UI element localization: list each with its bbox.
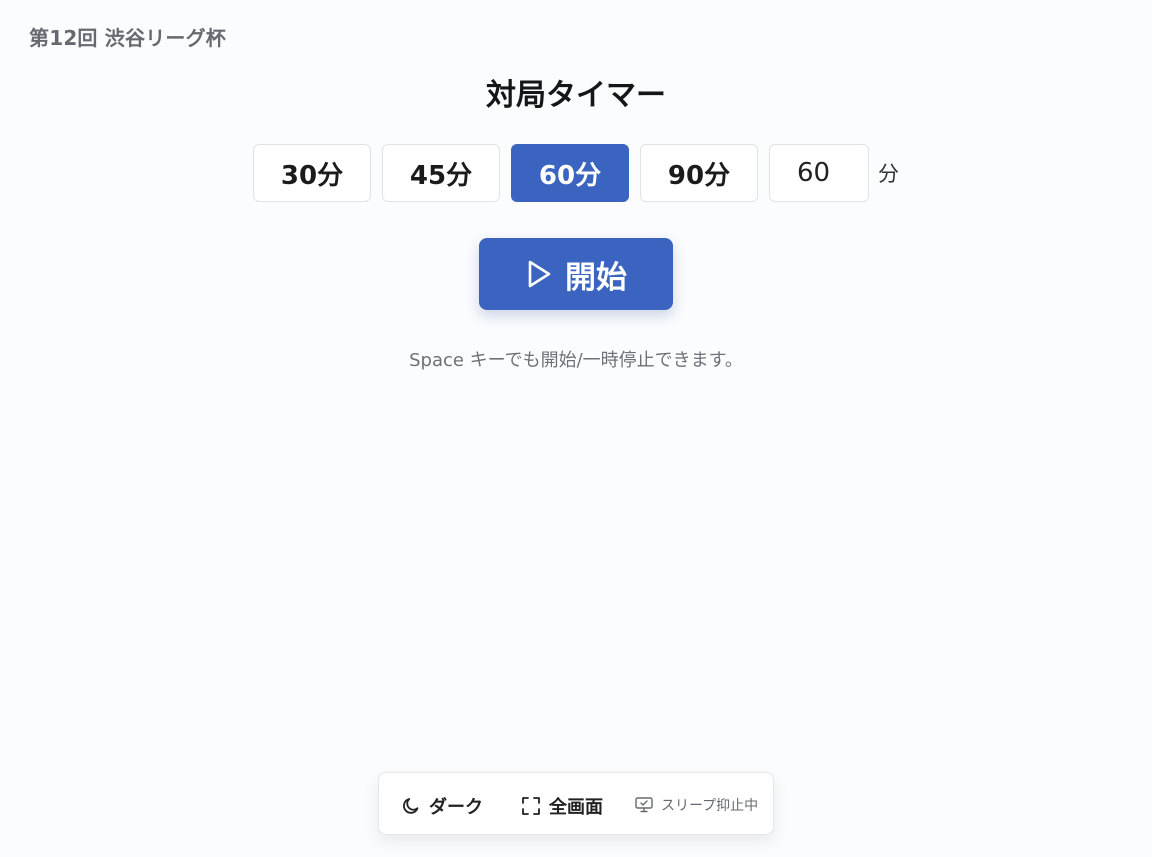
preset-30-button[interactable]: 30分 <box>253 144 371 202</box>
event-title: 第12回 渋谷リーグ杯 <box>29 26 226 50</box>
fullscreen-icon <box>521 796 541 816</box>
custom-minutes-input[interactable] <box>769 144 869 202</box>
monitor-check-icon <box>635 797 653 813</box>
preset-90-button[interactable]: 90分 <box>640 144 758 202</box>
sleep-lock-status: スリープ抑止中 <box>635 795 758 815</box>
start-button[interactable]: 開始 <box>479 238 673 310</box>
dark-mode-button[interactable]: ダーク <box>401 793 483 819</box>
fullscreen-button[interactable]: 全画面 <box>521 793 603 819</box>
fullscreen-label: 全画面 <box>549 797 603 818</box>
preset-60-button[interactable]: 60分 <box>511 144 629 202</box>
play-icon <box>525 259 553 289</box>
keyboard-hint: Space キーでも開始/一時停止できます。 <box>409 350 743 371</box>
page-title: 対局タイマー <box>486 78 666 113</box>
preset-group: 30分 45分 60分 90分 分 <box>253 144 899 202</box>
preset-45-button[interactable]: 45分 <box>382 144 500 202</box>
start-button-label: 開始 <box>565 259 627 296</box>
moon-icon <box>401 796 421 816</box>
sleep-lock-label: スリープ抑止中 <box>661 798 759 814</box>
minutes-unit-label: 分 <box>878 162 899 186</box>
bottom-toolbar: ダーク 全画面 スリープ抑止中 <box>378 772 774 835</box>
dark-mode-label: ダーク <box>429 797 483 818</box>
